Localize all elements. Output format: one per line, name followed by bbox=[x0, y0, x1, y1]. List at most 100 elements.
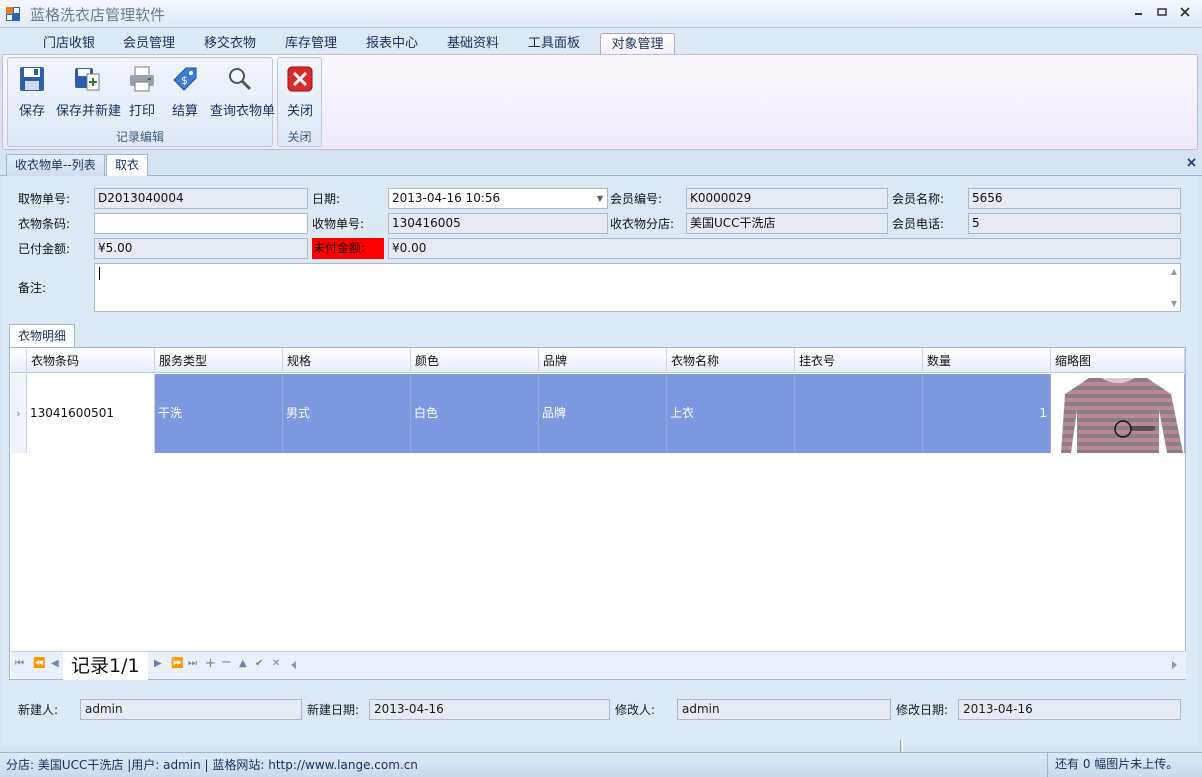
creator-label: 新建人: bbox=[18, 703, 59, 717]
chevron-down-icon[interactable]: ▼ bbox=[597, 189, 603, 208]
member-no-field[interactable]: K0000029 bbox=[686, 188, 888, 209]
column-header-brand[interactable]: 品牌 bbox=[539, 349, 667, 373]
receive-no-field[interactable]: 130416005 bbox=[388, 213, 608, 234]
edit-record-icon[interactable]: ▲ bbox=[239, 658, 247, 669]
cell-quantity[interactable]: 1 bbox=[923, 374, 1051, 453]
ribbon-panel: 保存 保存并新建 打印 $ 结算 查询衣物单 记录编辑 关闭 关闭 bbox=[2, 54, 1198, 150]
paid-label: 已付金额: bbox=[18, 242, 71, 256]
remark-label: 备注: bbox=[18, 281, 47, 295]
unpaid-field[interactable]: ¥0.00 bbox=[388, 238, 1181, 259]
delete-record-icon[interactable]: − bbox=[221, 655, 232, 670]
last-record-icon[interactable]: ⏭ bbox=[188, 658, 197, 669]
record-counter: 记录1/1 bbox=[63, 652, 148, 680]
close-icon bbox=[1180, 7, 1190, 17]
next-page-icon[interactable]: ⏩ bbox=[171, 658, 183, 669]
next-record-icon[interactable]: ▶ bbox=[154, 658, 162, 669]
minimize-button[interactable] bbox=[1129, 5, 1149, 21]
clothes-detail-grid: 衣物条码 服务类型 规格 颜色 品牌 衣物名称 挂衣号 数量 缩略图 › 130… bbox=[9, 347, 1186, 680]
receive-no-label: 收物单号: bbox=[312, 217, 365, 231]
status-upload-info: 还有 0 幅图片未上传。 bbox=[1047, 753, 1202, 777]
cell-brand[interactable]: 品牌 bbox=[539, 374, 667, 453]
modifier-field[interactable]: admin bbox=[677, 699, 891, 720]
remark-textarea[interactable]: ▲ ▼ bbox=[94, 263, 1181, 312]
title-bar: 蓝格洗衣店管理软件 bbox=[0, 0, 1202, 28]
receive-branch-field[interactable]: 美国UCC干洗店 bbox=[686, 213, 888, 234]
previous-record-icon[interactable]: ◀ bbox=[51, 658, 59, 669]
settle-button[interactable]: $ 结算 bbox=[165, 62, 205, 122]
cell-barcode[interactable]: 13041600501 bbox=[27, 374, 155, 453]
member-name-label: 会员名称: bbox=[892, 192, 945, 206]
row-indicator-icon[interactable]: › bbox=[11, 374, 27, 453]
tab-tools[interactable]: 工具面板 bbox=[515, 33, 593, 54]
cell-color[interactable]: 白色 bbox=[411, 374, 539, 453]
member-phone-field[interactable]: 5 bbox=[968, 213, 1181, 234]
append-record-icon[interactable]: + bbox=[205, 656, 216, 671]
tab-store-checkout[interactable]: 门店收银 bbox=[30, 33, 108, 54]
column-header-clothes-name[interactable]: 衣物名称 bbox=[667, 349, 795, 373]
close-window-button[interactable] bbox=[1175, 5, 1195, 21]
column-header-hang-no[interactable]: 挂衣号 bbox=[795, 349, 923, 373]
ribbon-group-record-edit: 保存 保存并新建 打印 $ 结算 查询衣物单 记录编辑 bbox=[7, 57, 276, 147]
close-red-icon bbox=[287, 66, 313, 92]
tab-transfer-clothes[interactable]: 移交衣物 bbox=[191, 33, 269, 54]
horizontal-scrollbar[interactable] bbox=[289, 658, 1179, 672]
cancel-edit-icon[interactable]: ✕ bbox=[272, 658, 280, 669]
scroll-up-icon[interactable]: ▲ bbox=[1171, 267, 1177, 276]
member-name-field[interactable]: 5656 bbox=[968, 188, 1181, 209]
column-header-color[interactable]: 颜色 bbox=[411, 349, 539, 373]
modified-date-label: 修改日期: bbox=[896, 703, 949, 717]
query-clothes-order-button[interactable]: 查询衣物单 bbox=[210, 62, 276, 122]
creator-field[interactable]: admin bbox=[80, 699, 302, 720]
barcode-input[interactable] bbox=[94, 213, 308, 234]
date-picker[interactable]: 2013-04-16 10:56 ▼ bbox=[388, 188, 608, 209]
cell-hang-no[interactable] bbox=[795, 374, 923, 453]
tab-object-management[interactable]: 对象管理 bbox=[600, 33, 675, 54]
ribbon-group-close: 关闭 关闭 bbox=[277, 57, 322, 147]
tab-report-center[interactable]: 报表中心 bbox=[353, 33, 431, 54]
tab-member-management[interactable]: 会员管理 bbox=[110, 33, 188, 54]
maximize-button[interactable] bbox=[1152, 5, 1172, 21]
paid-field[interactable]: ¥5.00 bbox=[94, 238, 308, 259]
save-new-icon bbox=[75, 68, 100, 91]
modified-date-field[interactable]: 2013-04-16 bbox=[958, 699, 1181, 720]
record-edit-group-label: 记录编辑 bbox=[115, 130, 164, 144]
tab-clothes-detail[interactable]: 衣物明细 bbox=[9, 324, 76, 348]
query-clothes-order-label: 查询衣物单 bbox=[210, 104, 276, 119]
date-label: 日期: bbox=[312, 192, 341, 206]
cell-service-type[interactable]: 干洗 bbox=[155, 374, 283, 453]
column-header-barcode[interactable]: 衣物条码 bbox=[27, 349, 155, 373]
first-record-icon[interactable]: ⏮ bbox=[15, 658, 24, 669]
print-label: 打印 bbox=[128, 104, 155, 119]
tab-pickup[interactable]: 取衣 bbox=[106, 154, 149, 177]
minimize-icon bbox=[1135, 13, 1142, 15]
maximize-icon bbox=[1157, 8, 1167, 16]
member-phone-label: 会员电话: bbox=[892, 217, 945, 231]
cell-thumbnail[interactable] bbox=[1051, 374, 1185, 453]
unpaid-label: 未付金额: bbox=[312, 238, 384, 259]
print-button[interactable]: 打印 bbox=[122, 62, 162, 122]
text-caret bbox=[99, 267, 100, 280]
previous-page-icon[interactable]: ⏪ bbox=[33, 658, 45, 669]
pickup-no-field[interactable]: D2013040004 bbox=[94, 188, 308, 209]
magnifier-icon bbox=[229, 68, 252, 91]
close-button[interactable]: 关闭 bbox=[280, 62, 320, 122]
column-header-thumbnail[interactable]: 缩略图 bbox=[1051, 349, 1185, 373]
save-button[interactable]: 保存 bbox=[12, 62, 52, 122]
save-and-new-button[interactable]: 保存并新建 bbox=[56, 62, 121, 122]
member-no-label: 会员编号: bbox=[610, 192, 663, 206]
created-date-field[interactable]: 2013-04-16 bbox=[369, 699, 610, 720]
close-label: 关闭 bbox=[286, 104, 313, 119]
column-header-service-type[interactable]: 服务类型 bbox=[155, 349, 283, 373]
cell-clothes-name[interactable]: 上衣 bbox=[667, 374, 795, 453]
tab-base-data[interactable]: 基础资料 bbox=[434, 33, 512, 54]
scroll-down-icon[interactable]: ▼ bbox=[1171, 299, 1177, 308]
tab-inventory[interactable]: 库存管理 bbox=[272, 33, 350, 54]
settle-label: 结算 bbox=[171, 104, 198, 119]
close-document-button[interactable] bbox=[1187, 156, 1196, 171]
cell-spec[interactable]: 男式 bbox=[283, 374, 411, 453]
tab-receive-order-list[interactable]: 收衣物单--列表 bbox=[6, 154, 105, 176]
end-edit-icon[interactable]: ✔ bbox=[255, 658, 263, 669]
column-header-spec[interactable]: 规格 bbox=[283, 349, 411, 373]
ribbon-tab-strip: 门店收银 会员管理 移交衣物 库存管理 报表中心 基础资料 工具面板 对象管理 bbox=[0, 28, 1202, 54]
column-header-quantity[interactable]: 数量 bbox=[923, 349, 1051, 373]
